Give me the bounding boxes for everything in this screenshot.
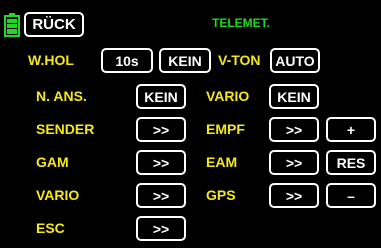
screen-title: TELEMET. xyxy=(212,16,271,30)
n-ans-label: N. ANS. xyxy=(36,88,87,104)
gps-label: GPS xyxy=(206,187,236,203)
eam-button[interactable]: >> xyxy=(269,150,319,175)
v-ton-label: V-TON xyxy=(218,52,261,68)
back-button[interactable]: RÜCK xyxy=(24,12,84,37)
empf-label: EMPF xyxy=(206,121,245,137)
vario-submenu-label: VARIO xyxy=(36,187,80,203)
w-hol-sensor-button[interactable]: KEIN xyxy=(159,48,211,73)
gam-label: GAM xyxy=(36,154,69,170)
sender-label: SENDER xyxy=(36,121,95,137)
telemetry-screen: RÜCK TELEMET. W.HOL 10s KEIN V-TON AUTO … xyxy=(0,0,381,248)
v-ton-button[interactable]: AUTO xyxy=(270,48,320,73)
esc-button[interactable]: >> xyxy=(136,216,186,241)
battery-icon xyxy=(4,13,20,37)
n-ans-button[interactable]: KEIN xyxy=(136,84,186,109)
vario-label: VARIO xyxy=(206,88,250,104)
sender-button[interactable]: >> xyxy=(136,117,186,142)
plus-button[interactable]: + xyxy=(326,117,376,142)
eam-label: EAM xyxy=(206,154,238,170)
gps-button[interactable]: >> xyxy=(269,183,319,208)
w-hol-time-button[interactable]: 10s xyxy=(101,48,153,73)
empf-button[interactable]: >> xyxy=(269,117,319,142)
esc-label: ESC xyxy=(36,220,65,236)
vario-submenu-button[interactable]: >> xyxy=(136,183,186,208)
minus-button[interactable]: – xyxy=(326,183,376,208)
w-hol-label: W.HOL xyxy=(28,52,74,68)
gam-button[interactable]: >> xyxy=(136,150,186,175)
reset-button[interactable]: RES xyxy=(326,150,376,175)
vario-button[interactable]: KEIN xyxy=(269,84,319,109)
